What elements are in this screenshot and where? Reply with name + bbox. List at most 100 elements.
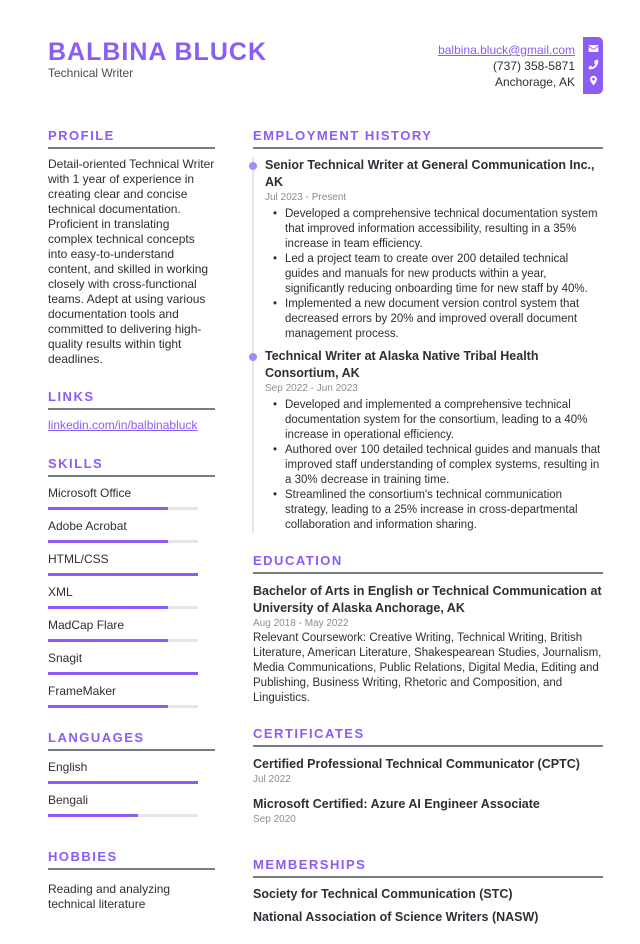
skill-name: MadCap Flare [48,618,125,632]
coursework-text: Relevant Coursework: Creative Writing, T… [253,632,602,704]
level-bar-track [48,606,198,609]
level-bar-track [48,705,198,708]
bullet-item: Developed and implemented a comprehensiv… [273,398,603,443]
profile-text: Detail-oriented Technical Writer with 1 … [48,157,215,366]
skill-item: Adobe Acrobat [48,519,215,543]
section-heading: PROFILE [48,128,215,149]
certificate-name: Certified Professional Technical Communi… [253,757,580,771]
skills-section: SKILLS Microsoft Office Adobe Acrobat HTML… [48,456,215,708]
job-bullets: Developed and implemented a comprehensiv… [273,398,603,533]
skill-name: XML [48,585,73,599]
bullet-item: Led a project team to create over 200 de… [273,252,603,297]
level-bar-fill [48,606,168,609]
envelope-icon [588,45,598,52]
education-entry: Bachelor of Arts in English or Technical… [253,583,603,706]
candidate-name: BALBINA BLUCK [48,38,267,66]
bullet-item: Developed a comprehensive technical docu… [273,207,603,252]
skill-item: HTML/CSS [48,552,215,576]
skill-item: Microsoft Office [48,486,215,510]
level-bar-fill [48,672,198,675]
email-link[interactable]: balbina.bluck@gmail.com [438,43,575,57]
level-bar-track [48,814,198,817]
level-bar-fill [48,540,168,543]
level-bar-track [48,540,198,543]
job-bullets: Developed a comprehensive technical docu… [273,207,603,342]
skill-name: HTML/CSS [48,552,109,566]
level-bar-track [48,672,198,675]
degree-title: Bachelor of Arts in English or Technical… [253,584,602,615]
level-bar-track [48,781,198,784]
section-heading: LANGUAGES [48,730,215,751]
location: Anchorage, AK [494,75,575,89]
section-heading: EDUCATION [253,553,603,574]
phone-number: (737) 358-5871 [492,59,575,73]
section-heading: MEMBERSHIPS [253,857,603,878]
bullet-item: Authored over 100 detailed technical gui… [273,443,603,488]
level-bar-fill [48,781,198,784]
section-heading: SKILLS [48,456,215,477]
section-heading: EMPLOYMENT HISTORY [253,128,603,149]
certificate-date: Jul 2022 [253,774,291,785]
level-bar-fill [48,639,168,642]
job-entry: Senior Technical Writer at General Commu… [249,157,603,342]
skills-list: Microsoft Office Adobe Acrobat HTML/CSS XML… [48,486,215,708]
language-name: English [48,760,88,774]
level-bar-fill [48,705,168,708]
skill-item: Snagit [48,651,215,675]
timeline-dot-icon [249,162,257,170]
skill-name: FrameMaker [48,684,117,698]
level-bar-track [48,573,198,576]
job-title: Senior Technical Writer at General Commu… [265,158,595,189]
job-date: Sep 2022 - Jun 2023 [265,383,358,394]
employment-section: EMPLOYMENT HISTORY Senior Technical Writ… [249,128,603,533]
phone-icon [588,59,598,70]
languages-list: English Bengali [48,760,215,817]
bullet-item: Streamlined the consortium's technical c… [273,488,603,533]
level-bar-track [48,639,198,642]
language-name: Bengali [48,793,89,807]
job-title: Technical Writer at Alaska Native Tribal… [265,349,539,380]
languages-section: LANGUAGES English Bengali [48,730,215,817]
skill-name: Microsoft Office [48,486,132,500]
hobbies-text: Reading and analyzing technical literatu… [48,882,171,911]
skill-name: Adobe Acrobat [48,519,127,533]
profile-section: PROFILE Detail-oriented Technical Writer… [48,128,215,367]
memberships-section: MEMBERSHIPS Society for Technical Commun… [253,857,603,924]
level-bar-track [48,507,198,510]
certificate-name: Microsoft Certified: Azure AI Engineer A… [253,797,540,811]
skill-item: MadCap Flare [48,618,215,642]
education-section: EDUCATION Bachelor of Arts in English or… [253,553,603,706]
certificate-entry: Microsoft Certified: Azure AI Engineer A… [253,796,603,827]
left-column: PROFILE Detail-oriented Technical Writer… [48,128,215,934]
certificates-section: CERTIFICATES Certified Professional Tech… [253,726,603,827]
bullet-item: Implemented a new document version contr… [273,297,603,342]
language-item: Bengali [48,793,215,817]
employment-timeline: Senior Technical Writer at General Commu… [249,157,603,533]
level-bar-fill [48,814,138,817]
certificate-date: Sep 2020 [253,814,296,825]
job-entry: Technical Writer at Alaska Native Tribal… [249,348,603,533]
education-date: Aug 2018 - May 2022 [253,618,349,629]
level-bar-fill [48,573,198,576]
skill-item: FrameMaker [48,684,215,708]
skill-item: XML [48,585,215,609]
contact-info: balbina.bluck@gmail.com (737) 358-5871 A… [438,42,575,90]
section-heading: CERTIFICATES [253,726,603,747]
linkedin-link[interactable]: linkedin.com/in/balbinabluck [48,418,215,432]
contact-icon-bar [583,37,603,94]
candidate-title: Technical Writer [48,66,134,80]
hobbies-section: HOBBIES Reading and analyzing technical … [48,849,215,912]
skill-name: Snagit [48,651,83,665]
language-item: English [48,760,215,784]
job-date: Jul 2023 - Present [265,192,347,203]
certificate-entry: Certified Professional Technical Communi… [253,756,603,787]
right-column: EMPLOYMENT HISTORY Senior Technical Writ… [249,128,603,944]
section-heading: LINKS [48,389,215,410]
map-pin-icon [589,75,597,86]
timeline-dot-icon [249,353,257,361]
membership-item: National Association of Science Writers … [253,910,539,924]
section-heading: HOBBIES [48,849,215,870]
links-section: LINKS linkedin.com/in/balbinabluck [48,389,215,432]
membership-item: Society for Technical Communication (STC… [253,887,513,901]
level-bar-fill [48,507,168,510]
